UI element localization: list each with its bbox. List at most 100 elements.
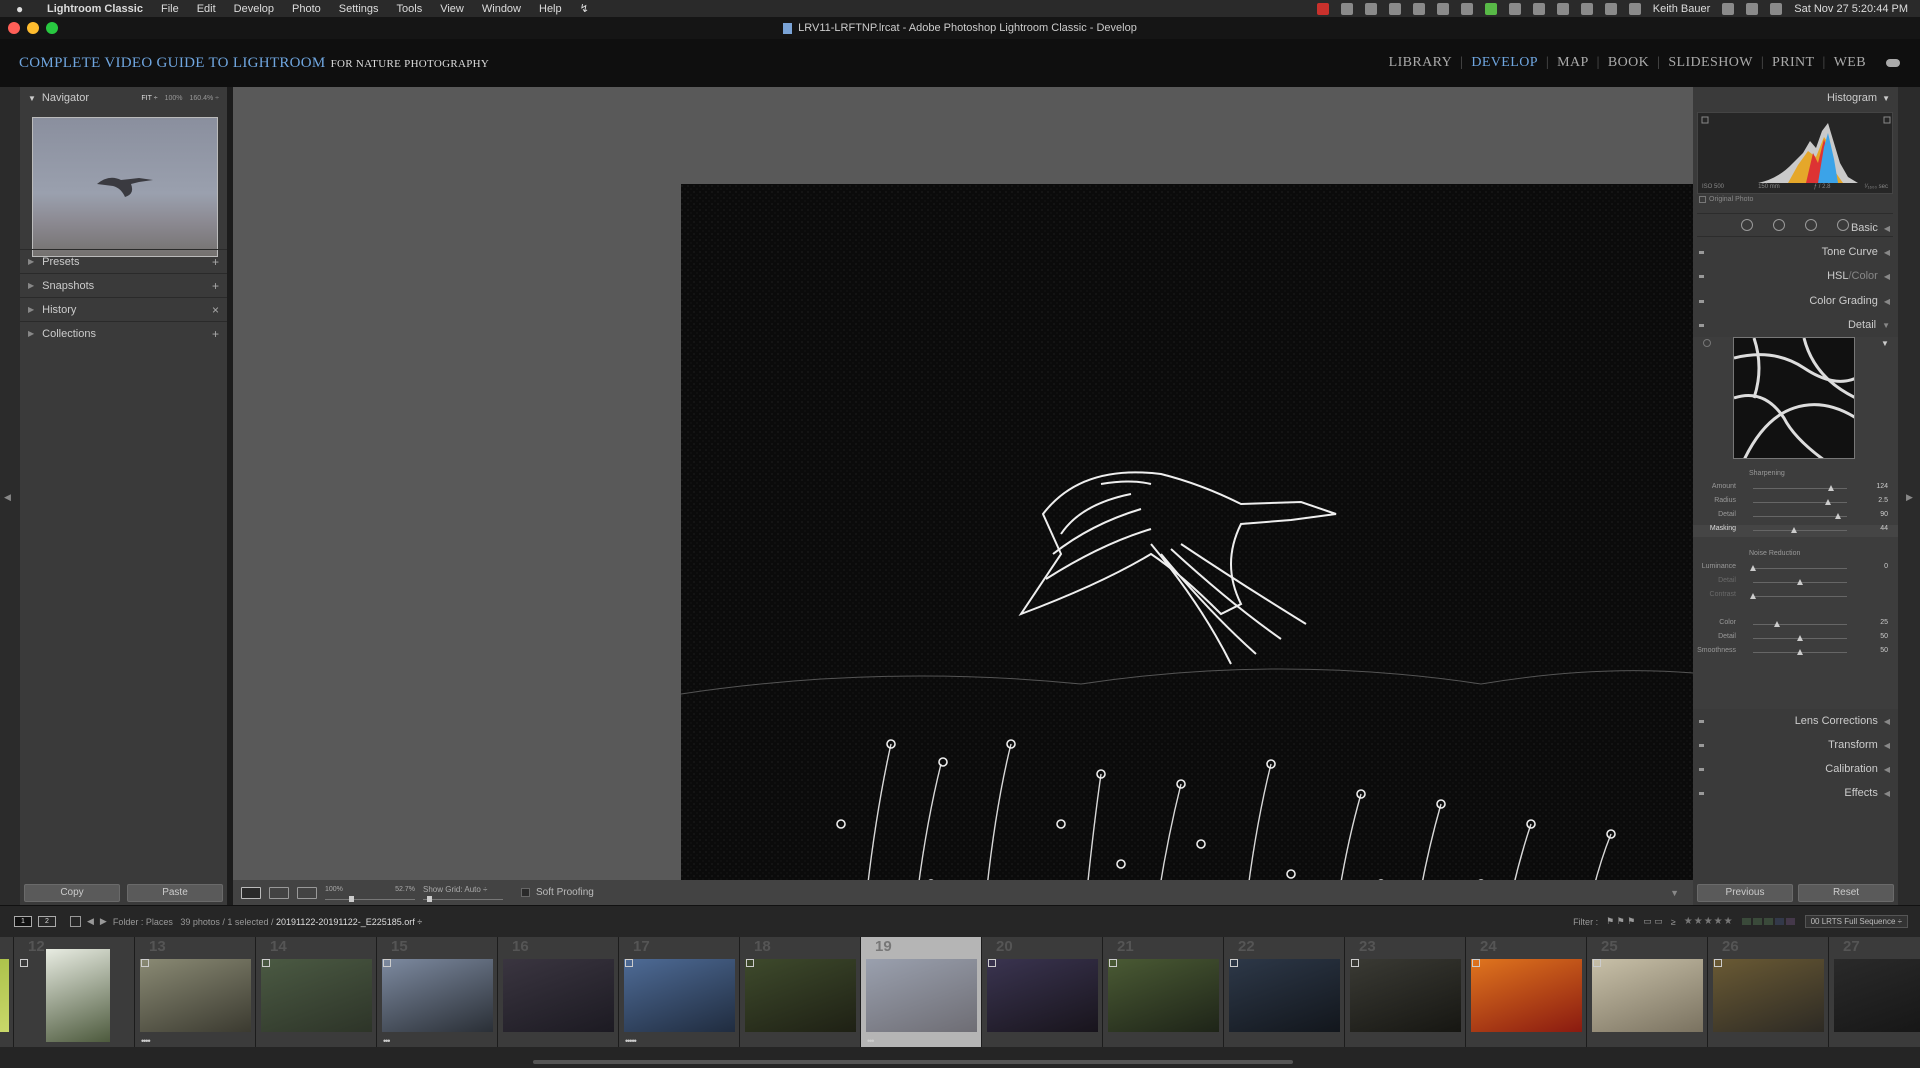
detail-target-icon[interactable] [1703,339,1711,347]
left-panel-collapse-edge[interactable]: ◀ [0,87,20,905]
screen-icon[interactable] [1580,2,1593,15]
rating-filter-comparator[interactable]: ≥ [1671,917,1676,927]
collapse-right-icon[interactable]: ▶ [1906,492,1913,503]
script-menu-icon[interactable]: ↯ [571,2,598,15]
module-slideshow[interactable]: SLIDESHOW [1660,55,1760,71]
color-label[interactable]: Color [1852,270,1878,282]
photo-thumbnail[interactable] [503,959,614,1032]
slider-track[interactable] [1753,579,1847,585]
zoom-slider[interactable]: 100% 52.7% [325,886,415,902]
filmstrip-source[interactable]: Folder : Places 39 photos / 1 selected /… [113,917,422,927]
control-center-icon[interactable] [1746,2,1759,15]
slider-value[interactable]: 0 [1884,563,1888,570]
loupe-view-icon[interactable] [241,886,261,899]
menu-photo[interactable]: Photo [283,3,330,15]
menu-window[interactable]: Window [473,3,530,15]
menubar-clock[interactable]: Sat Nov 27 5:20:44 PM [1794,3,1908,15]
sharpening-amount-slider[interactable]: Amount 124 [1693,483,1898,495]
reset-button[interactable]: Reset [1798,883,1894,902]
forward-arrow-icon[interactable]: ▶ [100,916,107,927]
filmstrip-cell[interactable]: 17 ••••• [619,937,740,1047]
filmstrip[interactable]: ◀ ▶ 1213••••1415•••1617•••••1819•••20212… [0,937,1920,1068]
collections-expand-icon[interactable]: ▶ [28,329,34,338]
star-rating-dots[interactable]: ••• [867,1036,875,1046]
menu-help[interactable]: Help [530,3,571,15]
presets-section[interactable]: ▶ Presets + [20,249,227,273]
develop-badge-icon[interactable] [1230,959,1238,967]
dropbox-icon[interactable] [1340,2,1353,15]
before-after-swap-icon[interactable] [297,886,317,899]
menu-develop[interactable]: Develop [225,3,283,15]
star-rating-dots[interactable]: •••• [141,1036,151,1046]
photo-thumbnail[interactable] [1713,959,1824,1032]
filmstrip-cell[interactable] [0,937,14,1047]
calibration-panel-header[interactable]: Calibration ◀ [1693,757,1898,781]
develop-badge-icon[interactable] [1593,959,1601,967]
develop-badge-icon[interactable] [1351,959,1359,967]
siri-icon[interactable] [1770,2,1783,15]
before-after-view-icon[interactable] [269,886,289,899]
slider-track[interactable] [1753,527,1847,533]
menu-edit[interactable]: Edit [188,3,225,15]
code-icon[interactable] [1556,2,1569,15]
navigator-preview[interactable] [32,117,218,257]
filmstrip-cell[interactable]: 25 [1587,937,1708,1047]
color-grading-switch-icon[interactable] [1699,299,1704,303]
original-photo-toggle[interactable]: Original Photo [1699,196,1898,203]
add-preset-button[interactable]: + [212,255,219,269]
image-workspace[interactable] [233,87,1705,952]
navigator-header[interactable]: ▼ Navigator FIT ÷ 100% 160.4% ÷ [20,87,227,109]
grid-view-icon[interactable] [70,916,81,927]
menu-view[interactable]: View [431,3,473,15]
filmstrip-cell[interactable]: 26 [1708,937,1829,1047]
snapshots-expand-icon[interactable]: ▶ [28,281,34,290]
calibration-expand-icon[interactable]: ◀ [1884,765,1890,774]
sharpening-detail-slider[interactable]: Detail 90 [1693,511,1898,523]
photo-thumbnail[interactable] [46,949,110,1042]
develop-badge-icon[interactable] [625,959,633,967]
moon-icon[interactable] [1508,2,1521,15]
filmstrip-cell[interactable]: 19 ••• [861,937,982,1047]
photo-thumbnail[interactable] [866,959,977,1032]
add-collection-button[interactable]: + [212,327,219,341]
collections-section[interactable]: ▶ Collections + [20,321,227,345]
detail-collapse-icon[interactable]: ▼ [1882,321,1890,330]
histogram-header[interactable]: Histogram ▼ [1693,87,1898,109]
slider-knob[interactable] [1834,513,1841,519]
color-label-filter[interactable] [1741,917,1797,927]
sync-icon[interactable] [1364,2,1377,15]
zoom-100-option[interactable]: 100% [165,95,183,102]
module-print[interactable]: PRINT [1764,55,1822,71]
slider-knob[interactable] [1797,635,1803,641]
tone-curve-expand-icon[interactable]: ◀ [1884,248,1890,257]
slider-value[interactable]: 44 [1880,525,1888,532]
paste-button[interactable]: Paste [127,883,223,902]
photo-thumbnail[interactable] [0,959,9,1032]
h-app-icon[interactable] [1484,2,1497,15]
noise-smoothness-slider[interactable]: Smoothness 50 [1693,647,1898,659]
color-grading-expand-icon[interactable]: ◀ [1884,297,1890,306]
hsl-switch-icon[interactable] [1699,274,1704,278]
menu-file[interactable]: File [152,3,188,15]
source-filename[interactable]: 20191122-20191122-_E225185.orf ÷ [276,917,422,927]
filmstrip-scrollbar[interactable] [533,1060,1293,1064]
tone-curve-panel-header[interactable]: Tone Curve ◀ [1693,240,1898,264]
transform-panel-header[interactable]: Transform ◀ [1693,733,1898,757]
back-arrow-icon[interactable]: ◀ [87,916,94,927]
detail-preview-toggle-icon[interactable]: ▼ [1881,339,1889,348]
grid-slider-knob[interactable] [427,896,432,902]
sharpening-radius-slider[interactable]: Radius 2.5 [1693,497,1898,509]
masking-preview-image[interactable] [681,184,1705,952]
presets-expand-icon[interactable]: ▶ [28,257,34,266]
effects-switch-icon[interactable] [1699,791,1704,795]
add-snapshot-button[interactable]: + [212,279,219,293]
photo-thumbnail[interactable] [261,959,372,1032]
filmstrip-cell[interactable]: 13 •••• [135,937,256,1047]
filmstrip-cell[interactable]: 24 [1466,937,1587,1047]
show-grid-value[interactable]: Auto ÷ [464,885,487,894]
lens-corrections-switch-icon[interactable] [1699,719,1704,723]
history-section[interactable]: ▶ History × [20,297,227,321]
link-icon[interactable] [1412,2,1425,15]
zoom-custom-option[interactable]: 160.4% ÷ [189,95,219,102]
zoom-fit-option[interactable]: FIT ÷ [141,95,157,102]
